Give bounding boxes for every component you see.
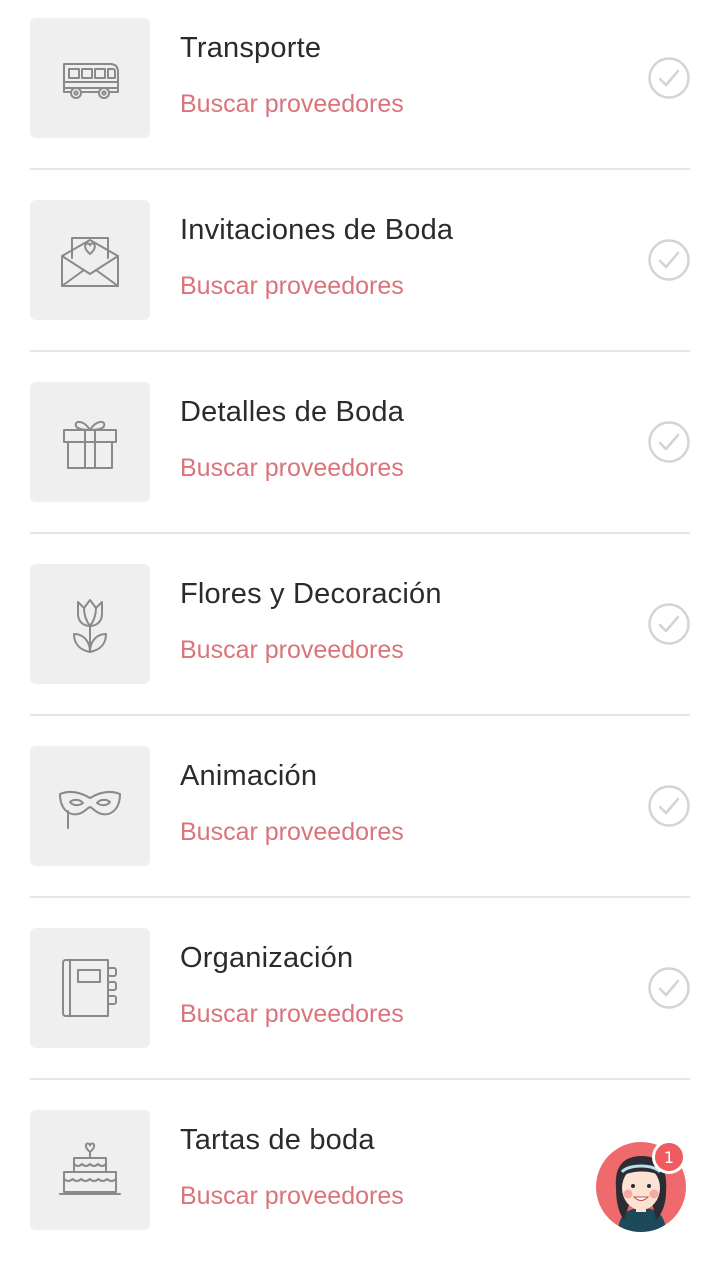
bus-icon (63, 63, 119, 99)
check-circle-icon[interactable] (648, 785, 690, 827)
category-thumbnail (30, 18, 150, 138)
category-title: Tartas de boda (180, 1124, 375, 1156)
find-vendors-link[interactable]: Buscar proveedores (180, 636, 404, 665)
find-vendors-link[interactable]: Buscar proveedores (180, 1000, 404, 1029)
category-title: Invitaciones de Boda (180, 214, 454, 246)
check-circle-icon[interactable] (648, 421, 690, 463)
category-row-organizacion[interactable]: Organización Buscar proveedores (30, 910, 690, 1092)
planner-icon (62, 959, 117, 1017)
category-row-tartas[interactable]: Tartas de boda Buscar proveedores (30, 1092, 690, 1274)
category-thumbnail (30, 564, 150, 684)
find-vendors-link[interactable]: Buscar proveedores (180, 90, 404, 119)
category-thumbnail (30, 382, 150, 502)
category-row-animacion[interactable]: Animación Buscar proveedores (30, 728, 690, 910)
find-vendors-link[interactable]: Buscar proveedores (180, 272, 404, 301)
category-thumbnail (30, 746, 150, 866)
mask-icon (59, 790, 121, 829)
check-circle-icon[interactable] (648, 239, 690, 281)
gift-icon (63, 420, 117, 469)
find-vendors-link[interactable]: Buscar proveedores (180, 818, 404, 847)
row-divider (30, 350, 690, 352)
cake-icon (59, 1142, 121, 1195)
category-thumbnail (30, 928, 150, 1048)
envelope-heart-icon (61, 237, 119, 287)
category-title: Detalles de Boda (180, 396, 405, 428)
row-divider (30, 532, 690, 534)
row-divider (30, 168, 690, 170)
check-circle-icon[interactable] (648, 967, 690, 1009)
category-row-detalles[interactable]: Detalles de Boda Buscar proveedores (30, 364, 690, 546)
category-title: Organización (180, 942, 354, 974)
find-vendors-link[interactable]: Buscar proveedores (180, 454, 404, 483)
check-circle-icon[interactable] (648, 57, 690, 99)
category-thumbnail (30, 200, 150, 320)
category-title: Transporte (180, 32, 322, 64)
category-thumbnail (30, 1110, 150, 1230)
notification-badge: 1 (652, 1140, 686, 1174)
category-row-flores[interactable]: Flores y Decoración Buscar proveedores (30, 546, 690, 728)
row-divider (30, 896, 690, 898)
row-divider (30, 1078, 690, 1080)
find-vendors-link[interactable]: Buscar proveedores (180, 1182, 404, 1211)
row-divider (30, 714, 690, 716)
category-row-transporte[interactable]: Transporte Buscar proveedores (30, 0, 690, 182)
category-row-invitaciones[interactable]: Invitaciones de Boda Buscar proveedores (30, 182, 690, 364)
category-title: Flores y Decoración (180, 578, 442, 610)
check-circle-icon[interactable] (648, 603, 690, 645)
tulip-icon (73, 599, 107, 653)
category-title: Animación (180, 760, 318, 792)
